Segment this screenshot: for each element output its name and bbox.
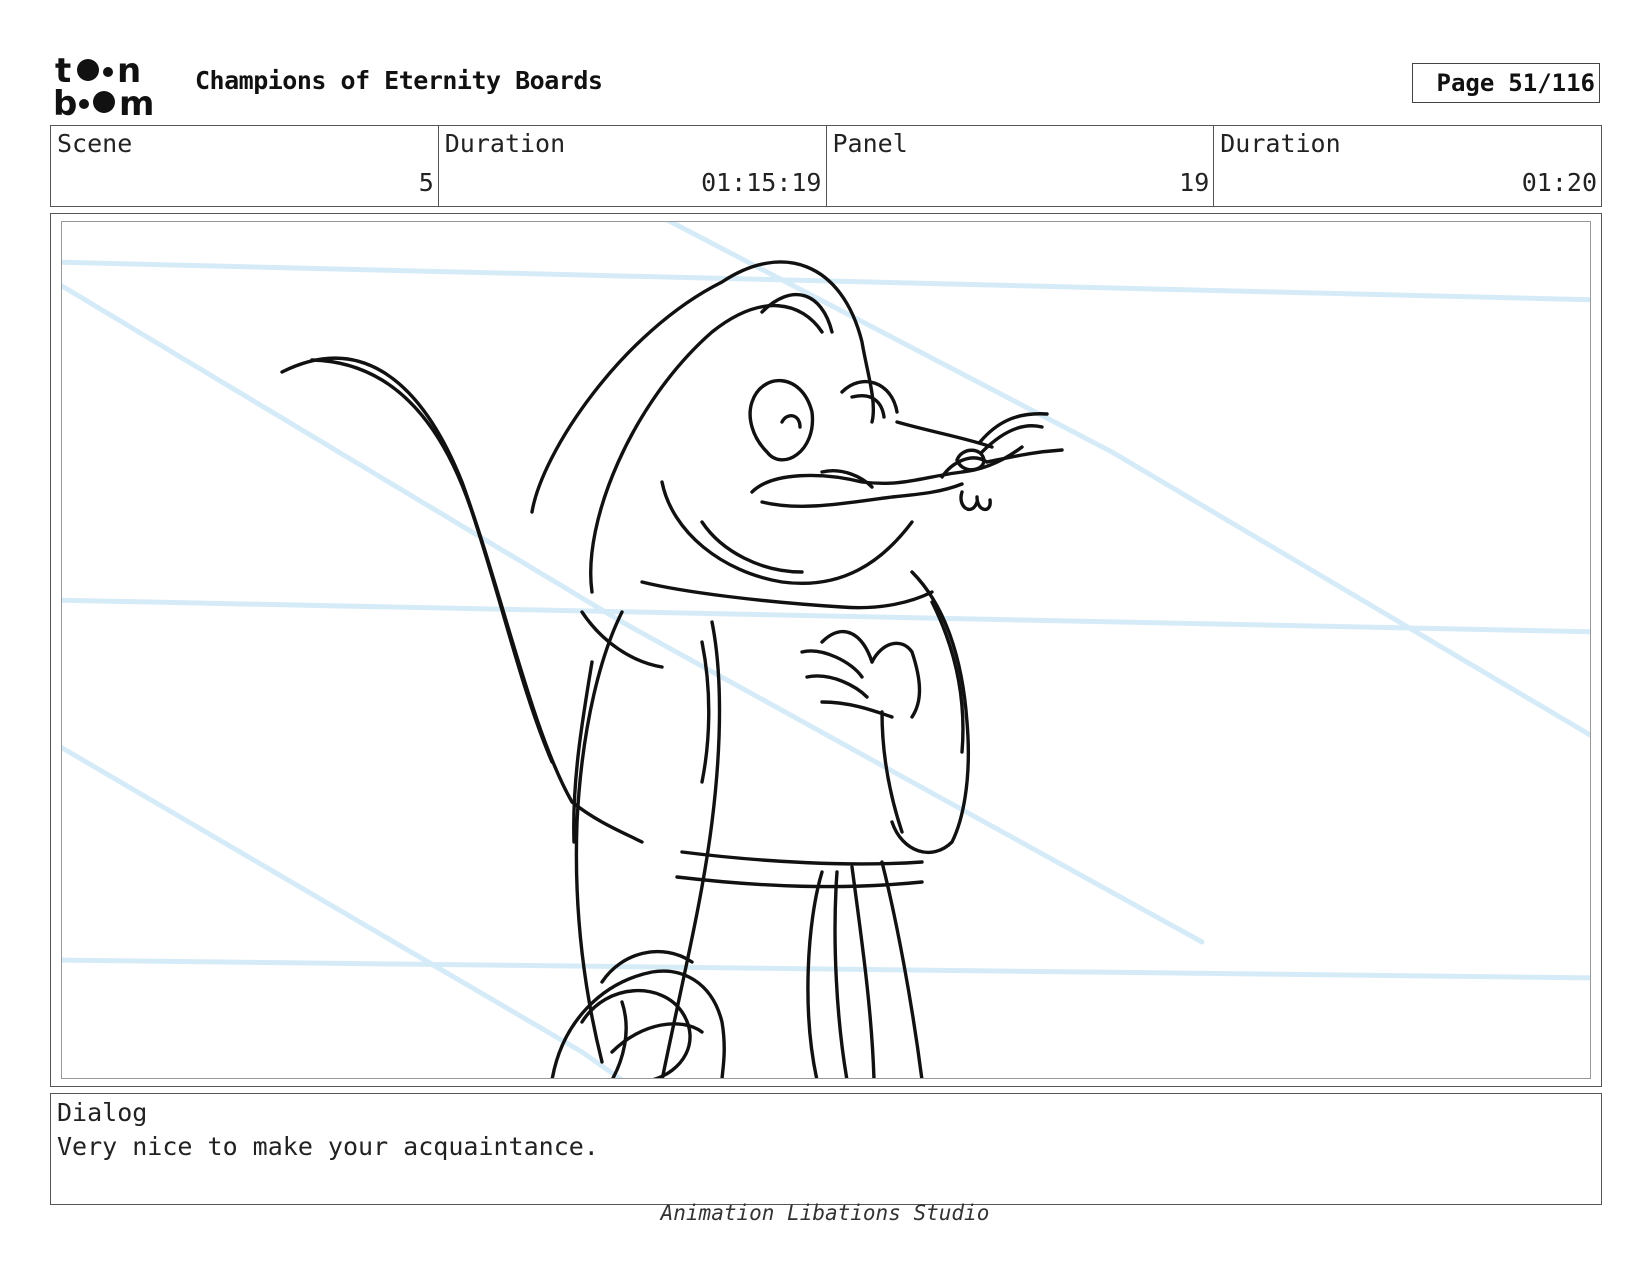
scene-duration-label: Duration: [444, 129, 566, 158]
panel-duration-cell: Duration 01:20: [1214, 126, 1601, 206]
svg-text:b: b: [53, 84, 77, 118]
studio-footer: Animation Libations Studio: [660, 1201, 990, 1225]
page-indicator: Page 51/116: [1412, 63, 1600, 103]
panel-value: 19: [1179, 168, 1210, 197]
storyboard-panel: [61, 221, 1591, 1079]
page-label: Page: [1436, 69, 1495, 97]
guide-lines: [62, 222, 1590, 1078]
panel-sketch: [62, 222, 1590, 1078]
dialog-text: Very nice to make your acquaintance.: [57, 1132, 599, 1161]
scene-duration-cell: Duration 01:15:19: [439, 126, 827, 206]
panel-duration-value: 01:20: [1521, 168, 1597, 197]
svg-text:m: m: [119, 84, 154, 118]
dialog-label: Dialog: [57, 1098, 148, 1127]
scene-cell: Scene 5: [51, 126, 439, 206]
scene-duration-value: 01:15:19: [701, 168, 822, 197]
toon-boom-logo: t n b m: [53, 51, 173, 124]
panel-label: Panel: [832, 129, 908, 158]
logo-mark: t n b m: [53, 51, 154, 124]
dialog-box: Dialog Very nice to make your acquaintan…: [50, 1093, 1602, 1205]
scene-value: 5: [418, 168, 434, 197]
document-title: Champions of Eternity Boards: [195, 66, 603, 95]
character-sketch: [280, 260, 1064, 1078]
page-number: 51/116: [1508, 69, 1595, 97]
panel-cell: Panel 19: [827, 126, 1215, 206]
scene-label: Scene: [57, 129, 133, 158]
panel-duration-label: Duration: [1220, 129, 1341, 158]
panel-info-row: Scene 5 Duration 01:15:19 Panel 19 Durat…: [50, 125, 1602, 207]
